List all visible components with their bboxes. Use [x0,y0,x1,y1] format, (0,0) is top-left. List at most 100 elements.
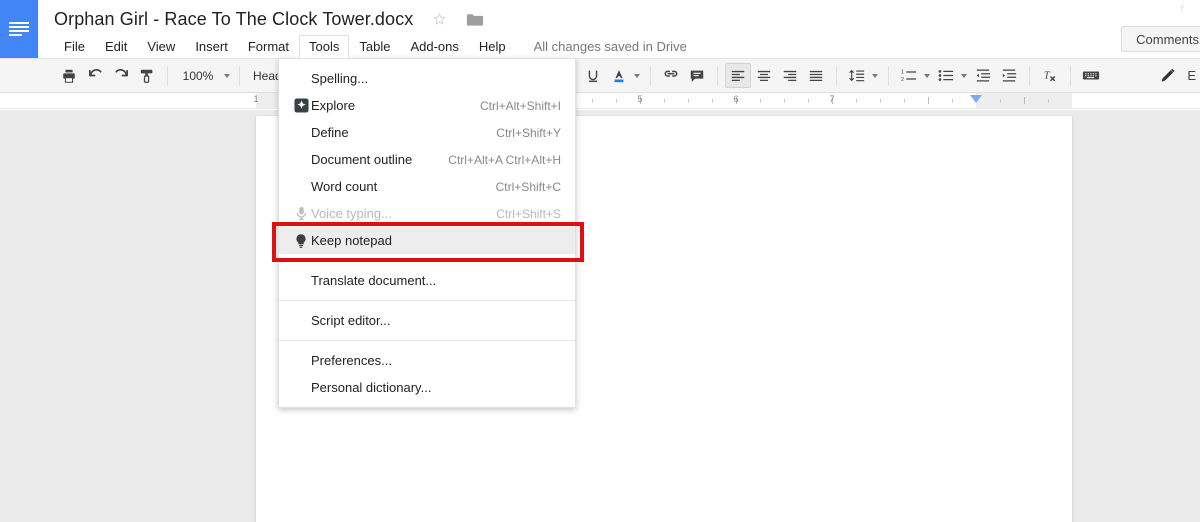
ruler-number: 7 [829,94,835,104]
menu-table[interactable]: Table [349,35,400,58]
menu-edit[interactable]: Edit [95,35,137,58]
toolbar-divider [716,65,718,86]
blank-icon [291,177,311,197]
menu-item-translate-document[interactable]: Translate document... [279,267,575,294]
blank-icon [291,271,311,291]
menu-item-preferences[interactable]: Preferences... [279,347,575,374]
line-spacing-caret-icon[interactable] [870,63,881,88]
input-tools-keyboard-icon[interactable] [1078,63,1104,88]
menu-addons[interactable]: Add-ons [400,35,468,58]
print-icon[interactable] [56,63,82,88]
star-outline-icon[interactable] [429,9,449,29]
menu-separator [279,260,575,261]
increase-indent-icon[interactable] [996,63,1022,88]
menu-item-label: Personal dictionary... [311,380,432,395]
toolbar-group-align [721,62,833,89]
share-icon[interactable]: f [1180,2,1184,17]
zoom-value[interactable]: 100% [175,63,221,88]
blank-icon [291,378,311,398]
right-indent-marker[interactable] [970,95,982,103]
toolbar-divider [649,65,651,86]
line-spacing-icon[interactable] [844,63,870,88]
menu-file[interactable]: File [54,35,95,58]
menu-item-spelling[interactable]: Spelling... [279,65,575,92]
document-canvas [0,110,1200,522]
align-right-icon[interactable] [777,63,803,88]
blank-icon [291,123,311,143]
explore-icon [291,96,311,116]
align-justify-icon[interactable] [803,63,829,88]
menu-tools[interactable]: Tools [299,35,350,58]
blank-icon [291,69,311,89]
menu-item-label: Word count [311,179,378,194]
paragraph-style-value[interactable]: Head [247,63,282,88]
google-docs-window: Orphan Girl - Race To The Clock Tower.do… [0,0,1200,522]
svg-text:T: T [1043,70,1050,81]
text-color-caret-icon[interactable] [632,63,643,88]
menu-format[interactable]: Format [238,35,299,58]
numbered-list-caret-icon[interactable] [922,63,933,88]
align-center-icon[interactable] [751,63,777,88]
bulleted-list-icon[interactable] [933,63,959,88]
insert-comment-icon[interactable] [684,63,710,88]
title-row: Orphan Girl - Race To The Clock Tower.do… [54,6,485,32]
underline-icon[interactable] [580,63,606,88]
decrease-indent-icon[interactable] [970,63,996,88]
menu-item-label: Define [311,125,349,140]
pencil-icon[interactable] [1155,63,1181,88]
menu-item-accel: Ctrl+Shift+Y [496,125,561,140]
toolbar-group-insert [654,62,714,89]
link-icon[interactable] [658,63,684,88]
blank-icon [291,351,311,371]
edit-mode-label[interactable]: E [1187,68,1196,83]
toolbar-divider [167,65,168,86]
menu-item-keep-notepad[interactable]: Keep notepad [279,227,575,254]
zoom-dropdown-caret-icon[interactable] [221,63,232,88]
menu-item-label: Preferences... [311,353,392,368]
menu-item-accel: Ctrl+Alt+Shift+I [479,98,561,113]
ruler-number: 5 [637,94,643,104]
menu-item-accel: Ctrl+Shift+S [496,206,561,221]
menu-help[interactable]: Help [469,35,516,58]
menu-item-label: Document outline [311,152,413,167]
menu-item-voice-typing[interactable]: Voice typing... Ctrl+Shift+S [279,200,575,227]
docs-logo-icon [9,21,29,38]
toolbar-divider [239,65,240,86]
toolbar-divider [887,65,889,86]
redo-icon[interactable] [108,63,134,88]
toolbar-group-input-tools [1074,62,1108,89]
menu-item-define[interactable]: Define Ctrl+Shift+Y [279,119,575,146]
menu-item-explore[interactable]: Explore Ctrl+Alt+Shift+I [279,92,575,119]
toolbar-group-spacing [840,62,885,89]
menu-item-script-editor[interactable]: Script editor... [279,307,575,334]
text-color-icon[interactable] [606,63,632,88]
document-title[interactable]: Orphan Girl - Race To The Clock Tower.do… [54,9,413,30]
menu-item-document-outline[interactable]: Document outline Ctrl+Alt+A Ctrl+Alt+H [279,146,575,173]
align-left-icon[interactable] [724,63,751,88]
toolbar: 100% Head 1 2 T E [0,58,1200,93]
svg-text:1: 1 [901,70,904,76]
undo-icon[interactable] [82,63,108,88]
folder-icon[interactable] [465,9,485,29]
paint-format-icon[interactable] [134,63,160,88]
toolbar-group-file [0,62,164,89]
menu-item-label: Keep notepad [311,233,392,248]
menu-item-word-count[interactable]: Word count Ctrl+Shift+C [279,173,575,200]
menu-separator [279,340,575,341]
toolbar-group-lists: 12 [892,62,1026,89]
menu-item-accel: Ctrl+Shift+C [495,179,561,194]
toolbar-group-mode: E [1155,63,1200,88]
menu-view[interactable]: View [137,35,185,58]
comments-button[interactable]: Comments [1121,26,1200,52]
google-docs-logo[interactable] [0,0,38,58]
menu-insert[interactable]: Insert [185,35,238,58]
menu-item-label: Script editor... [311,313,391,328]
numbered-list-icon[interactable]: 12 [896,63,922,88]
ruler[interactable]: 1 2 3 4 5 6 7 [0,93,1200,109]
toolbar-divider [1069,65,1071,86]
save-status-text: All changes saved in Drive [533,39,687,54]
ruler-number: 1 [253,94,259,104]
clear-formatting-icon[interactable]: T [1037,63,1063,88]
menu-item-personal-dictionary[interactable]: Personal dictionary... [279,374,575,401]
bulleted-list-caret-icon[interactable] [959,63,970,88]
